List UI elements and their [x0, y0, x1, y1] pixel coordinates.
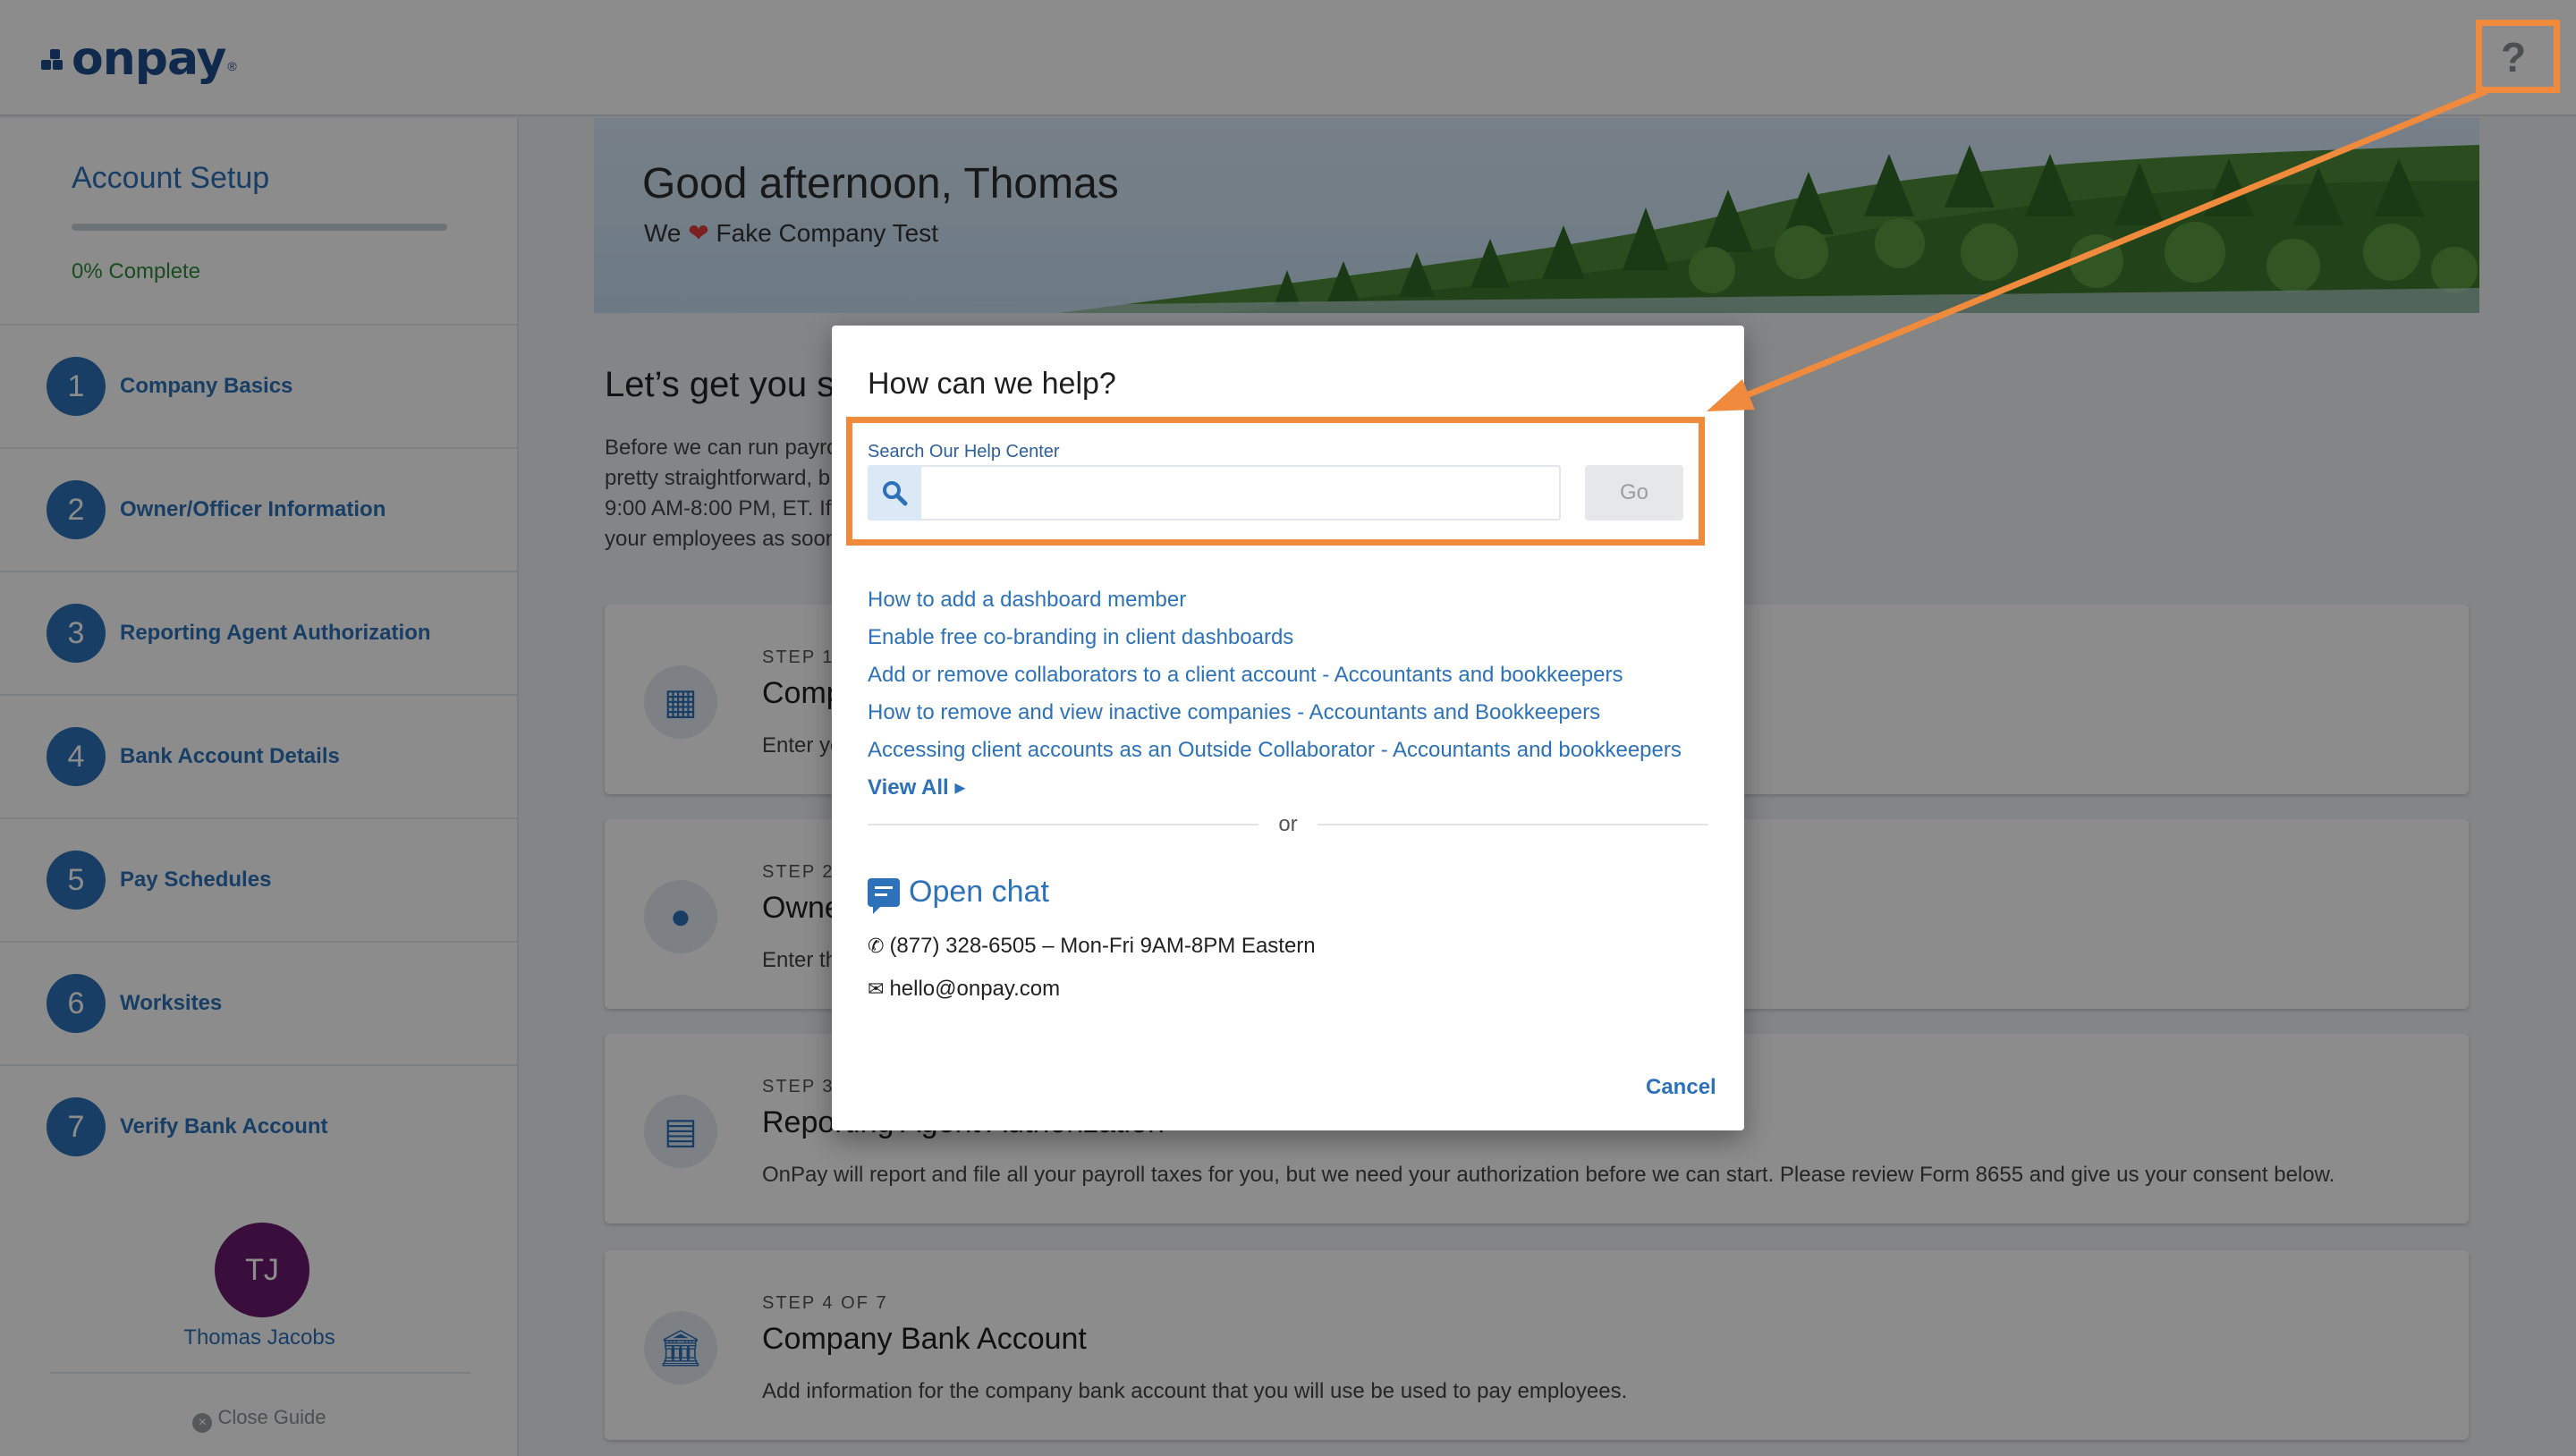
open-chat-label: Open chat: [909, 875, 1049, 909]
modal-title: How can we help?: [868, 367, 1116, 401]
phone-icon: ✆: [868, 935, 885, 957]
divider-line: [868, 824, 1259, 825]
divider-line: [1317, 824, 1708, 825]
help-modal: How can we help? Search Our Help Center …: [832, 326, 1744, 1130]
view-all-label: View All: [868, 775, 949, 800]
view-all-link[interactable]: View All ▸: [868, 769, 1682, 807]
envelope-icon: ✉: [868, 978, 885, 1000]
caret-right-icon: ▸: [954, 775, 966, 800]
phone-line: ✆ (877) 328-6505 – Mon-Fri 9AM-8PM Easte…: [868, 934, 1316, 959]
help-article-link[interactable]: Accessing client accounts as an Outside …: [868, 732, 1682, 769]
cancel-button[interactable]: Cancel: [1646, 1075, 1716, 1100]
help-article-link[interactable]: How to remove and view inactive companie…: [868, 694, 1682, 732]
open-chat-button[interactable]: Open chat: [868, 875, 1049, 914]
help-articles-list: How to add a dashboard member Enable fre…: [868, 581, 1682, 807]
phone-text: (877) 328-6505 – Mon-Fri 9AM-8PM Eastern: [889, 934, 1316, 958]
chat-bubble-icon: [868, 877, 900, 914]
help-button-highlight: [2476, 20, 2560, 93]
search-highlight-box: [846, 417, 1705, 546]
email-text[interactable]: hello@onpay.com: [889, 977, 1060, 1002]
or-text: or: [1278, 812, 1298, 836]
help-article-link[interactable]: How to add a dashboard member: [868, 581, 1682, 619]
help-article-link[interactable]: Add or remove collaborators to a client …: [868, 656, 1682, 694]
help-article-link[interactable]: Enable free co-branding in client dashbo…: [868, 619, 1682, 656]
email-line: ✉ hello@onpay.com: [868, 977, 1060, 1002]
or-divider: or: [868, 812, 1708, 837]
